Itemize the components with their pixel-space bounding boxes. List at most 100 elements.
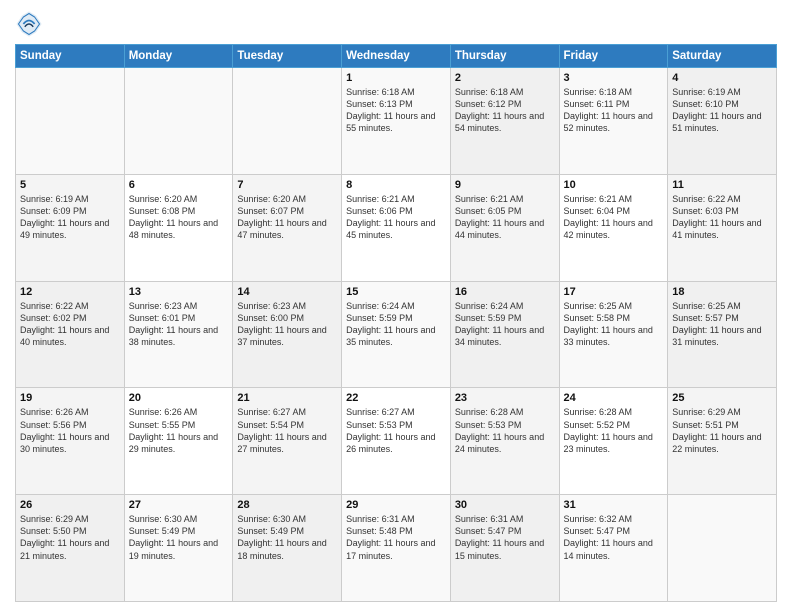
calendar-cell: 21 Sunrise: 6:27 AMSunset: 5:54 PMDayligh… bbox=[233, 388, 342, 495]
cell-info: Sunrise: 6:29 AMSunset: 5:50 PMDaylight:… bbox=[20, 513, 120, 562]
calendar-cell: 7 Sunrise: 6:20 AMSunset: 6:07 PMDaylight… bbox=[233, 174, 342, 281]
calendar-cell: 16 Sunrise: 6:24 AMSunset: 5:59 PMDayligh… bbox=[450, 281, 559, 388]
cell-info: Sunrise: 6:31 AMSunset: 5:47 PMDaylight:… bbox=[455, 513, 555, 562]
calendar-cell bbox=[16, 68, 125, 175]
cell-info: Sunrise: 6:27 AMSunset: 5:53 PMDaylight:… bbox=[346, 406, 446, 455]
calendar-cell: 4 Sunrise: 6:19 AMSunset: 6:10 PMDaylight… bbox=[668, 68, 777, 175]
calendar-week-4: 26 Sunrise: 6:29 AMSunset: 5:50 PMDayligh… bbox=[16, 495, 777, 602]
day-number: 24 bbox=[564, 392, 664, 404]
logo bbox=[15, 10, 47, 38]
day-number: 4 bbox=[672, 72, 772, 84]
day-number: 26 bbox=[20, 499, 120, 511]
calendar-cell bbox=[124, 68, 233, 175]
calendar-week-2: 12 Sunrise: 6:22 AMSunset: 6:02 PMDayligh… bbox=[16, 281, 777, 388]
day-header-thursday: Thursday bbox=[450, 45, 559, 68]
day-number: 5 bbox=[20, 179, 120, 191]
calendar-cell: 11 Sunrise: 6:22 AMSunset: 6:03 PMDayligh… bbox=[668, 174, 777, 281]
calendar-cell: 13Sunrise: 6:23 AMSunset: 6:01 PMDayligh… bbox=[124, 281, 233, 388]
calendar-cell: 10 Sunrise: 6:21 AMSunset: 6:04 PMDayligh… bbox=[559, 174, 668, 281]
calendar-cell bbox=[668, 495, 777, 602]
calendar-cell: 15Sunrise: 6:24 AMSunset: 5:59 PMDayligh… bbox=[342, 281, 451, 388]
cell-info: Sunrise: 6:22 AMSunset: 6:03 PMDaylight:… bbox=[672, 193, 772, 242]
day-number: 10 bbox=[564, 179, 664, 191]
calendar-cell: 8Sunrise: 6:21 AMSunset: 6:06 PMDaylight… bbox=[342, 174, 451, 281]
calendar-cell: 19 Sunrise: 6:26 AMSunset: 5:56 PMDayligh… bbox=[16, 388, 125, 495]
day-number: 20 bbox=[129, 392, 229, 404]
day-number: 3 bbox=[564, 72, 664, 84]
calendar-cell: 20 Sunrise: 6:26 AMSunset: 5:55 PMDayligh… bbox=[124, 388, 233, 495]
cell-info: Sunrise: 6:18 AMSunset: 6:11 PMDaylight:… bbox=[564, 86, 664, 135]
cell-info: Sunrise: 6:26 AMSunset: 5:55 PMDaylight:… bbox=[129, 406, 229, 455]
calendar-cell: 18Sunrise: 6:25 AMSunset: 5:57 PMDayligh… bbox=[668, 281, 777, 388]
cell-info: Sunrise: 6:30 AMSunset: 5:49 PMDaylight:… bbox=[237, 513, 337, 562]
day-number: 28 bbox=[237, 499, 337, 511]
day-number: 11 bbox=[672, 179, 772, 191]
calendar-week-0: 1 Sunrise: 6:18 AMSunset: 6:13 PMDaylight… bbox=[16, 68, 777, 175]
calendar-cell: 29Sunrise: 6:31 AMSunset: 5:48 PMDayligh… bbox=[342, 495, 451, 602]
calendar-table: SundayMondayTuesdayWednesdayThursdayFrid… bbox=[15, 44, 777, 602]
cell-info: Sunrise: 6:19 AMSunset: 6:10 PMDaylight:… bbox=[672, 86, 772, 135]
cell-info: Sunrise: 6:18 AMSunset: 6:13 PMDaylight:… bbox=[346, 86, 446, 135]
calendar-cell: 6 Sunrise: 6:20 AMSunset: 6:08 PMDaylight… bbox=[124, 174, 233, 281]
day-number: 13 bbox=[129, 286, 229, 298]
calendar-cell: 1 Sunrise: 6:18 AMSunset: 6:13 PMDaylight… bbox=[342, 68, 451, 175]
calendar-cell bbox=[233, 68, 342, 175]
day-number: 7 bbox=[237, 179, 337, 191]
day-number: 6 bbox=[129, 179, 229, 191]
cell-info: Sunrise: 6:25 AMSunset: 5:58 PMDaylight:… bbox=[564, 300, 664, 349]
calendar-cell: 27 Sunrise: 6:30 AMSunset: 5:49 PMDayligh… bbox=[124, 495, 233, 602]
cell-info: Sunrise: 6:20 AMSunset: 6:08 PMDaylight:… bbox=[129, 193, 229, 242]
day-number: 17 bbox=[564, 286, 664, 298]
cell-info: Sunrise: 6:27 AMSunset: 5:54 PMDaylight:… bbox=[237, 406, 337, 455]
calendar-week-3: 19 Sunrise: 6:26 AMSunset: 5:56 PMDayligh… bbox=[16, 388, 777, 495]
cell-info: Sunrise: 6:31 AMSunset: 5:48 PMDaylight:… bbox=[346, 513, 446, 562]
day-number: 19 bbox=[20, 392, 120, 404]
calendar-cell: 2Sunrise: 6:18 AMSunset: 6:12 PMDaylight… bbox=[450, 68, 559, 175]
calendar-cell: 14 Sunrise: 6:23 AMSunset: 6:00 PMDayligh… bbox=[233, 281, 342, 388]
logo-icon bbox=[15, 10, 43, 38]
cell-info: Sunrise: 6:28 AMSunset: 5:53 PMDaylight:… bbox=[455, 406, 555, 455]
calendar-cell: 28 Sunrise: 6:30 AMSunset: 5:49 PMDayligh… bbox=[233, 495, 342, 602]
day-number: 22 bbox=[346, 392, 446, 404]
cell-info: Sunrise: 6:24 AMSunset: 5:59 PMDaylight:… bbox=[455, 300, 555, 349]
cell-info: Sunrise: 6:28 AMSunset: 5:52 PMDaylight:… bbox=[564, 406, 664, 455]
calendar-cell: 5 Sunrise: 6:19 AMSunset: 6:09 PMDaylight… bbox=[16, 174, 125, 281]
day-header-wednesday: Wednesday bbox=[342, 45, 451, 68]
cell-info: Sunrise: 6:23 AMSunset: 6:00 PMDaylight:… bbox=[237, 300, 337, 349]
calendar-cell: 17 Sunrise: 6:25 AMSunset: 5:58 PMDayligh… bbox=[559, 281, 668, 388]
day-number: 27 bbox=[129, 499, 229, 511]
cell-info: Sunrise: 6:22 AMSunset: 6:02 PMDaylight:… bbox=[20, 300, 120, 349]
day-header-friday: Friday bbox=[559, 45, 668, 68]
cell-info: Sunrise: 6:26 AMSunset: 5:56 PMDaylight:… bbox=[20, 406, 120, 455]
calendar-cell: 9 Sunrise: 6:21 AMSunset: 6:05 PMDaylight… bbox=[450, 174, 559, 281]
day-number: 25 bbox=[672, 392, 772, 404]
day-header-saturday: Saturday bbox=[668, 45, 777, 68]
day-number: 16 bbox=[455, 286, 555, 298]
day-header-monday: Monday bbox=[124, 45, 233, 68]
calendar-header-row: SundayMondayTuesdayWednesdayThursdayFrid… bbox=[16, 45, 777, 68]
cell-info: Sunrise: 6:25 AMSunset: 5:57 PMDaylight:… bbox=[672, 300, 772, 349]
day-header-tuesday: Tuesday bbox=[233, 45, 342, 68]
calendar-cell: 26 Sunrise: 6:29 AMSunset: 5:50 PMDayligh… bbox=[16, 495, 125, 602]
calendar-cell: 30 Sunrise: 6:31 AMSunset: 5:47 PMDayligh… bbox=[450, 495, 559, 602]
calendar-cell: 31 Sunrise: 6:32 AMSunset: 5:47 PMDayligh… bbox=[559, 495, 668, 602]
header bbox=[15, 10, 777, 38]
cell-info: Sunrise: 6:30 AMSunset: 5:49 PMDaylight:… bbox=[129, 513, 229, 562]
day-number: 14 bbox=[237, 286, 337, 298]
calendar-cell: 25 Sunrise: 6:29 AMSunset: 5:51 PMDayligh… bbox=[668, 388, 777, 495]
day-number: 30 bbox=[455, 499, 555, 511]
calendar-cell: 22 Sunrise: 6:27 AMSunset: 5:53 PMDayligh… bbox=[342, 388, 451, 495]
cell-info: Sunrise: 6:21 AMSunset: 6:05 PMDaylight:… bbox=[455, 193, 555, 242]
calendar-cell: 3 Sunrise: 6:18 AMSunset: 6:11 PMDaylight… bbox=[559, 68, 668, 175]
cell-info: Sunrise: 6:21 AMSunset: 6:04 PMDaylight:… bbox=[564, 193, 664, 242]
day-number: 31 bbox=[564, 499, 664, 511]
calendar-cell: 23Sunrise: 6:28 AMSunset: 5:53 PMDayligh… bbox=[450, 388, 559, 495]
cell-info: Sunrise: 6:20 AMSunset: 6:07 PMDaylight:… bbox=[237, 193, 337, 242]
day-number: 1 bbox=[346, 72, 446, 84]
cell-info: Sunrise: 6:32 AMSunset: 5:47 PMDaylight:… bbox=[564, 513, 664, 562]
day-number: 21 bbox=[237, 392, 337, 404]
day-number: 12 bbox=[20, 286, 120, 298]
cell-info: Sunrise: 6:19 AMSunset: 6:09 PMDaylight:… bbox=[20, 193, 120, 242]
day-number: 9 bbox=[455, 179, 555, 191]
cell-info: Sunrise: 6:29 AMSunset: 5:51 PMDaylight:… bbox=[672, 406, 772, 455]
